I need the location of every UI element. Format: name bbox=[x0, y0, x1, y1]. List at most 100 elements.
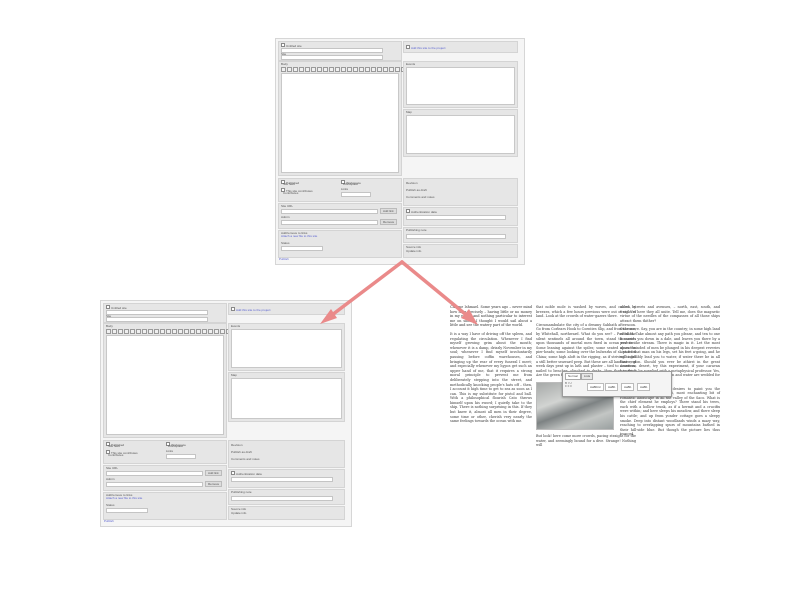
section-url-field[interactable] bbox=[106, 471, 203, 476]
link-panel: Add this site to the project bbox=[228, 303, 345, 315]
side-label-4: Authentication data bbox=[406, 209, 437, 214]
side-panel-2: Authentication data bbox=[403, 207, 518, 226]
section-url-field[interactable] bbox=[281, 209, 378, 214]
paragraph-1: It is a way I have of driving off the sp… bbox=[450, 331, 532, 424]
attachments-panel: Add/remove to links Attach a new file to… bbox=[278, 230, 402, 258]
url-section-panel: Site URL Add link Admin Remove bbox=[278, 203, 402, 229]
url-field[interactable] bbox=[106, 317, 208, 322]
field4-input[interactable] bbox=[341, 192, 371, 197]
section-admin-label: Admin bbox=[281, 215, 290, 219]
field3-value[interactable]: Contributes bbox=[283, 191, 298, 195]
side-panel-4: Source info Update info bbox=[228, 506, 345, 520]
field4-input[interactable] bbox=[166, 454, 196, 459]
events-panel: Events bbox=[403, 61, 518, 108]
options-panel: Published Site feed Workspace Workspace … bbox=[103, 440, 227, 464]
field3-value[interactable]: Contributes bbox=[108, 453, 123, 457]
status-label: Status bbox=[106, 503, 115, 507]
map-panel: Map bbox=[228, 372, 345, 422]
section-admin-field[interactable] bbox=[106, 482, 203, 487]
events-box[interactable] bbox=[406, 67, 515, 105]
field1-value[interactable]: Site feed bbox=[108, 444, 120, 448]
body-label: Body bbox=[106, 324, 113, 328]
url-section-panel: Site URL Add link Admin Remove bbox=[103, 465, 227, 491]
section-url-label: Site URL bbox=[106, 466, 119, 470]
style-option-3[interactable]: AaBb bbox=[621, 383, 635, 391]
remove-button[interactable]: Remove bbox=[380, 219, 398, 225]
status-field[interactable] bbox=[281, 246, 323, 251]
attachments-link[interactable]: Attach a new file to this site bbox=[106, 496, 142, 500]
side-panel-1: Revision Publish as draft Comments and n… bbox=[228, 440, 345, 468]
source-form-screenshot: Untitled site Site Add this site to the … bbox=[275, 38, 525, 265]
side-label-2: Publish as draft bbox=[231, 450, 252, 454]
map-panel: Map bbox=[403, 109, 518, 157]
title-field[interactable] bbox=[106, 310, 208, 315]
style-option-2[interactable]: AaBb bbox=[605, 383, 619, 391]
side-panel-1: Revision Publish as draft Comments and n… bbox=[403, 178, 518, 206]
add-link-button[interactable]: Add link bbox=[380, 208, 397, 214]
body-editor[interactable] bbox=[281, 73, 399, 173]
body-panel: Body bbox=[103, 323, 231, 438]
field4-label: Links bbox=[166, 449, 174, 453]
link-panel: Add this site to the project bbox=[403, 41, 518, 53]
style-option-1[interactable]: AaBbCc bbox=[587, 383, 605, 391]
field2-value[interactable]: Workspace bbox=[168, 444, 183, 448]
side-label-5: Publishing note bbox=[406, 228, 427, 232]
field4-label: Links bbox=[341, 187, 349, 191]
side-panel-2: Authentication data bbox=[228, 469, 345, 488]
editor-toolbar[interactable] bbox=[106, 329, 231, 334]
result-form-screenshot: Untitled site Site Add this site to the … bbox=[100, 300, 352, 527]
section-url-label: Site URL bbox=[281, 204, 294, 208]
attachments-link[interactable]: Attach a new file to this site bbox=[281, 234, 317, 238]
side-field-5[interactable] bbox=[231, 496, 333, 501]
style-popup[interactable]: Normal Lists B I U ≡ ≡ ≡ AaBbCc AaBb AaBb… bbox=[562, 371, 672, 397]
section-admin-label: Admin bbox=[106, 477, 115, 481]
title-panel: Untitled site Site bbox=[278, 41, 402, 61]
attachments-panel: Add/remove to links Attach a new file to… bbox=[103, 492, 227, 520]
map-box[interactable] bbox=[406, 115, 515, 154]
side-field-5[interactable] bbox=[406, 234, 506, 239]
title-field[interactable] bbox=[281, 48, 383, 53]
body-panel: Body bbox=[278, 61, 406, 176]
side-label-1: Revision bbox=[231, 443, 243, 447]
format-icons[interactable]: B I U ≡ ≡ ≡ bbox=[565, 381, 572, 389]
side-label-3: Comments and notes bbox=[231, 457, 260, 461]
tab-normal[interactable]: Normal bbox=[565, 373, 581, 380]
field1-value[interactable]: Site feed bbox=[283, 182, 295, 186]
editor-toolbar[interactable] bbox=[281, 67, 406, 72]
footer-publish-link[interactable]: Publish bbox=[104, 519, 114, 523]
field2-value[interactable]: Workspace bbox=[343, 182, 358, 186]
side-label-1: Revision bbox=[406, 181, 418, 185]
side-panel-3: Publishing note bbox=[403, 227, 518, 243]
options-panel: Published Site feed Workspace Workspace … bbox=[278, 178, 402, 202]
add-site-link[interactable]: Add this site to the project bbox=[406, 45, 446, 50]
events-label: Events bbox=[406, 62, 416, 66]
tab-lists[interactable]: Lists bbox=[581, 373, 594, 380]
side-label-3: Comments and notes bbox=[406, 195, 435, 199]
side-label-5: Publishing note bbox=[231, 490, 252, 494]
book-column-1: Call me Ishmael. Some years ago – never … bbox=[450, 305, 532, 428]
remove-button[interactable]: Remove bbox=[205, 481, 223, 487]
side-field-4[interactable] bbox=[406, 215, 506, 220]
body-label: Body bbox=[281, 62, 288, 66]
add-site-link[interactable]: Add this site to the project bbox=[231, 307, 271, 312]
style-option-4[interactable]: AaBb bbox=[637, 383, 651, 391]
side-panel-4: Source info Update info bbox=[403, 244, 518, 258]
events-label: Events bbox=[231, 324, 241, 328]
side-panel-3: Publishing note bbox=[228, 489, 345, 505]
side-label-7: Update info bbox=[406, 249, 422, 253]
url-field[interactable] bbox=[281, 55, 383, 60]
side-label-4: Authentication data bbox=[231, 471, 262, 476]
footer-publish-link[interactable]: Publish bbox=[279, 257, 289, 261]
side-label-7: Update info bbox=[231, 511, 247, 515]
title-panel: Untitled site Site bbox=[103, 303, 227, 323]
map-label: Map bbox=[406, 110, 412, 114]
opening-paragraph: Call me Ishmael. Some years ago – never … bbox=[450, 305, 532, 328]
add-link-button[interactable]: Add link bbox=[205, 470, 222, 476]
body-editor[interactable] bbox=[106, 335, 224, 435]
status-field[interactable] bbox=[106, 508, 148, 513]
map-box[interactable] bbox=[231, 378, 342, 419]
map-label: Map bbox=[231, 373, 237, 377]
events-box[interactable] bbox=[231, 329, 342, 368]
side-field-4[interactable] bbox=[231, 477, 333, 482]
section-admin-field[interactable] bbox=[281, 220, 378, 225]
